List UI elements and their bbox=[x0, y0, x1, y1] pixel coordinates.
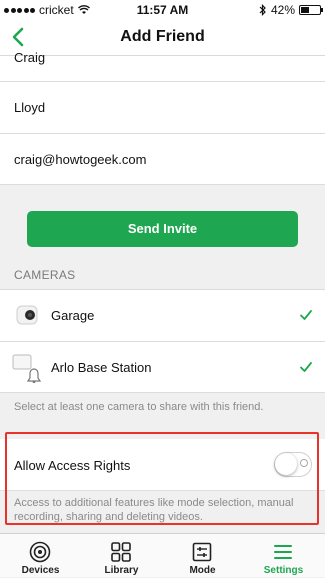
arlo-camera-icon bbox=[16, 305, 38, 325]
tab-label: Mode bbox=[189, 565, 216, 576]
divider bbox=[0, 392, 325, 393]
library-icon bbox=[111, 542, 131, 562]
first-name-value: Craig bbox=[14, 50, 46, 65]
tab-library[interactable]: Library bbox=[81, 534, 162, 578]
camera-helper-text: Select at least one camera to share with… bbox=[14, 401, 264, 413]
camera-name: Garage bbox=[51, 308, 95, 323]
page-title: Add Friend bbox=[120, 28, 205, 45]
tab-label: Devices bbox=[21, 565, 60, 576]
cameras-section-header: CAMERAS bbox=[14, 268, 76, 282]
check-icon bbox=[300, 362, 312, 372]
nav-bar: Add Friend bbox=[0, 20, 325, 56]
tab-label: Settings bbox=[263, 565, 304, 576]
camera-row-garage[interactable]: Garage bbox=[0, 289, 325, 341]
email-field[interactable]: craig@howtogeek.com bbox=[0, 134, 325, 185]
battery-icon bbox=[299, 5, 323, 15]
last-name-field[interactable]: Lloyd bbox=[0, 82, 325, 134]
battery-fill bbox=[301, 7, 309, 13]
first-name-field[interactable]: Craig bbox=[0, 50, 325, 82]
mode-icon bbox=[192, 542, 212, 562]
tab-settings[interactable]: Settings bbox=[243, 534, 324, 578]
email-value: craig@howtogeek.com bbox=[14, 152, 147, 167]
check-icon bbox=[300, 310, 312, 320]
battery-percent: 42% bbox=[270, 3, 295, 17]
settings-icon bbox=[274, 545, 292, 559]
tab-mode[interactable]: Mode bbox=[162, 534, 243, 578]
highlight-box bbox=[5, 432, 319, 525]
tab-label: Library bbox=[104, 565, 139, 576]
invite-area: Send Invite bbox=[0, 185, 325, 261]
last-name-value: Lloyd bbox=[14, 100, 46, 115]
tab-bar: Devices Library Mode Settings bbox=[0, 533, 325, 577]
send-invite-button[interactable]: Send Invite bbox=[27, 211, 298, 247]
status-right: 42% bbox=[259, 3, 323, 17]
devices-icon bbox=[29, 541, 51, 563]
bluetooth-icon bbox=[259, 4, 266, 16]
camera-name: Arlo Base Station bbox=[51, 360, 152, 375]
status-bar: cricket 11:57 AM 42% bbox=[0, 0, 325, 20]
base-station-bell-icon bbox=[12, 354, 42, 383]
camera-row-base-station[interactable]: Arlo Base Station bbox=[0, 341, 325, 393]
tab-devices[interactable]: Devices bbox=[0, 534, 81, 578]
